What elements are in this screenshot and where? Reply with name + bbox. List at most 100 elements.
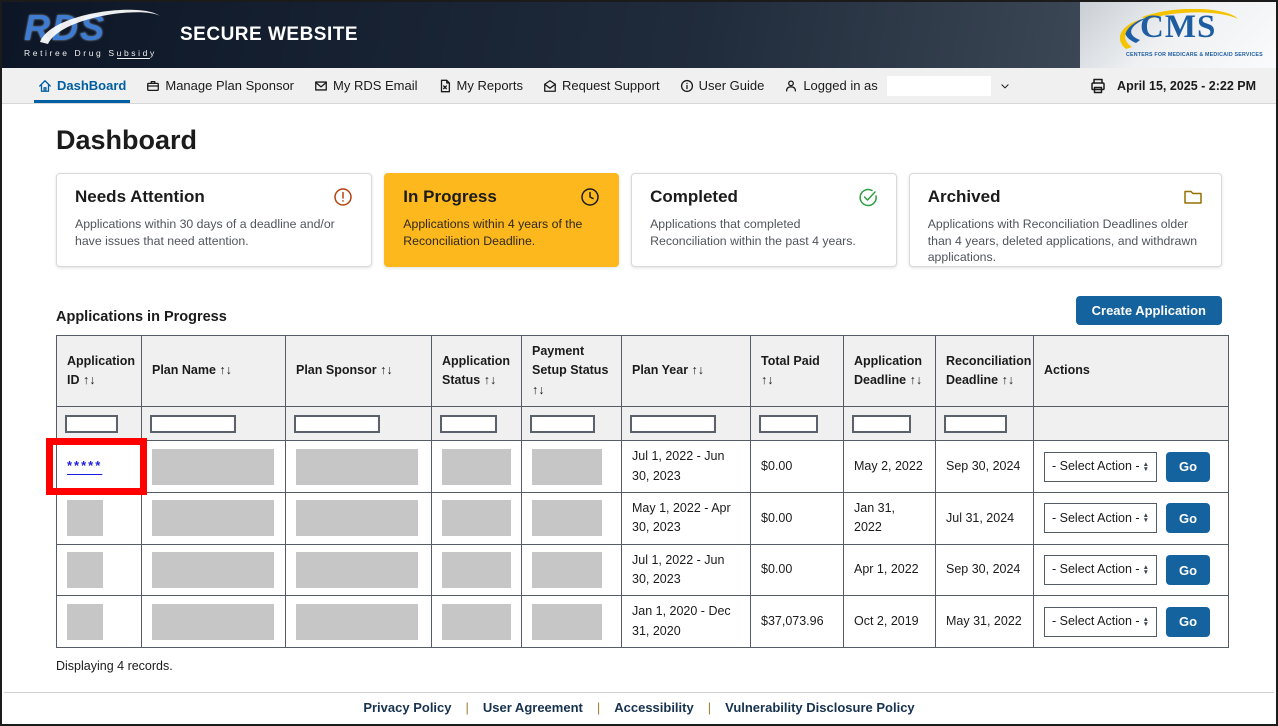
card-description: Applications with Reconciliation Deadlin…	[928, 216, 1203, 266]
sort-icon[interactable]: ↑↓	[219, 363, 232, 377]
application-id-link[interactable]: *****	[67, 458, 102, 473]
action-select[interactable]: - Select Action - ▲▼	[1044, 555, 1157, 585]
col-plan-sponsor[interactable]: Plan Sponsor ↑↓	[286, 336, 432, 407]
total-paid-cell: $37,073.96	[751, 596, 844, 648]
col-reconciliation-deadline[interactable]: Reconciliation Deadline ↑↓	[936, 336, 1034, 407]
card-in-progress[interactable]: In Progress Applications within 4 years …	[384, 173, 619, 267]
footer-link-user-agreement[interactable]: User Agreement	[483, 700, 583, 715]
mail-open-icon	[543, 79, 557, 93]
nav-item-manage-plan-sponsor[interactable]: Manage Plan Sponsor	[136, 68, 304, 103]
footer-link-accessibility[interactable]: Accessibility	[614, 700, 694, 715]
go-button[interactable]: Go	[1166, 607, 1210, 637]
reconciliation-deadline-cell: May 31, 2022	[936, 596, 1034, 648]
action-select[interactable]: - Select Action - ▲▼	[1044, 503, 1157, 533]
sort-icon[interactable]: ↑↓	[83, 373, 96, 387]
cms-logo-panel: CMS CENTERS FOR MEDICARE & MEDICAID SERV…	[1080, 2, 1276, 68]
envelope-icon	[314, 79, 328, 93]
redacted-application-status	[442, 604, 511, 640]
redacted-application-id	[67, 604, 103, 640]
col-application-deadline[interactable]: Application Deadline ↑↓	[844, 336, 936, 407]
card-archived[interactable]: Archived Applications with Reconciliatio…	[909, 173, 1222, 267]
redacted-plan-sponsor	[296, 449, 418, 485]
nav-right-section: April 15, 2025 - 2:22 PM	[1089, 68, 1256, 103]
go-button[interactable]: Go	[1166, 503, 1210, 533]
go-button[interactable]: Go	[1166, 555, 1210, 585]
page-title: Dashboard	[56, 125, 1222, 156]
applications-table: Application ID ↑↓ Plan Name ↑↓ Plan Spon…	[56, 335, 1229, 648]
footer-separator: |	[708, 700, 711, 715]
filter-total-paid-input[interactable]	[759, 415, 818, 433]
filter-application-deadline-input[interactable]	[852, 415, 911, 433]
card-description: Applications within 4 years of the Recon…	[403, 216, 600, 249]
card-needs-attention[interactable]: Needs Attention Applications within 30 d…	[56, 173, 372, 267]
redacted-payment-setup-status	[532, 552, 602, 588]
filter-plan-name-input[interactable]	[150, 415, 236, 433]
table-filter-row	[57, 407, 1229, 441]
table-row: ***** Jul 1, 2022 - Jun 30, 2023 $0.00 M…	[57, 441, 1229, 493]
go-button[interactable]: Go	[1166, 452, 1210, 482]
cms-caption: CENTERS FOR MEDICARE & MEDICAID SERVICES	[1126, 52, 1252, 58]
col-plan-name[interactable]: Plan Name ↑↓	[142, 336, 286, 407]
action-select-label: - Select Action -	[1052, 560, 1140, 579]
nav-label: Manage Plan Sponsor	[165, 78, 294, 93]
col-payment-setup-status[interactable]: Payment Setup Status ↑↓	[522, 336, 622, 407]
logged-in-user-select[interactable]	[887, 76, 991, 96]
report-icon	[438, 79, 452, 93]
sort-icon[interactable]: ↑↓	[532, 383, 545, 397]
col-application-status[interactable]: Application Status ↑↓	[432, 336, 522, 407]
folder-icon	[1183, 187, 1203, 207]
application-deadline-cell: Jan 31, 2022	[844, 492, 936, 544]
card-completed[interactable]: Completed Applications that completed Re…	[631, 173, 897, 267]
filter-application-status-input[interactable]	[440, 415, 497, 433]
top-banner: RDS Retiree Drug Subsidy SECURE WEBSITE …	[2, 2, 1276, 68]
redacted-payment-setup-status	[532, 449, 602, 485]
plan-year-cell: Jul 1, 2022 - Jun 30, 2023	[622, 441, 751, 493]
info-icon	[680, 79, 694, 93]
create-application-button[interactable]: Create Application	[1076, 296, 1222, 325]
col-application-id[interactable]: Application ID ↑↓	[57, 336, 142, 407]
card-title: Archived	[928, 187, 1001, 207]
reconciliation-deadline-cell: Sep 30, 2024	[936, 544, 1034, 596]
redacted-plan-name	[152, 552, 274, 588]
redacted-application-id	[67, 500, 103, 536]
sort-icon[interactable]: ↑↓	[761, 373, 774, 387]
sort-icon[interactable]: ↑↓	[380, 363, 393, 377]
col-plan-year[interactable]: Plan Year ↑↓	[622, 336, 751, 407]
footer-link-privacy-policy[interactable]: Privacy Policy	[363, 700, 451, 715]
footer-separator: |	[466, 700, 469, 715]
printer-icon[interactable]	[1089, 77, 1107, 95]
reconciliation-deadline-cell: Sep 30, 2024	[936, 441, 1034, 493]
nav-item-request-support[interactable]: Request Support	[533, 68, 670, 103]
nav-item-dashboard[interactable]: DashBoard	[28, 68, 136, 103]
nav-item-my-rds-email[interactable]: My RDS Email	[304, 68, 428, 103]
col-actions: Actions	[1034, 336, 1229, 407]
person-icon	[784, 79, 798, 93]
filter-payment-setup-status-input[interactable]	[530, 415, 595, 433]
filter-plan-year-input[interactable]	[630, 415, 716, 433]
sort-icon[interactable]: ↑↓	[1002, 373, 1015, 387]
action-select[interactable]: - Select Action - ▲▼	[1044, 452, 1157, 482]
nav-label: My RDS Email	[333, 78, 418, 93]
action-select[interactable]: - Select Action - ▲▼	[1044, 607, 1157, 637]
cms-logo: CMS CENTERS FOR MEDICARE & MEDICAID SERV…	[1112, 9, 1244, 61]
sort-icon[interactable]: ↑↓	[692, 363, 705, 377]
action-select-label: - Select Action -	[1052, 509, 1140, 528]
sort-icon[interactable]: ↑↓	[484, 373, 497, 387]
filter-reconciliation-deadline-input[interactable]	[944, 415, 1007, 433]
footer-link-vulnerability-disclosure-policy[interactable]: Vulnerability Disclosure Policy	[725, 700, 915, 715]
sort-icon[interactable]: ↑↓	[910, 373, 923, 387]
application-deadline-cell: Oct 2, 2019	[844, 596, 936, 648]
status-cards: Needs Attention Applications within 30 d…	[56, 173, 1222, 267]
nav-item-my-reports[interactable]: My Reports	[428, 68, 533, 103]
check-circle-icon	[858, 187, 878, 207]
nav-item-user-guide[interactable]: User Guide	[670, 68, 775, 103]
card-description: Applications that completed Reconciliati…	[650, 216, 878, 249]
filter-plan-sponsor-input[interactable]	[294, 415, 380, 433]
col-total-paid[interactable]: Total Paid ↑↓	[751, 336, 844, 407]
logged-in-as: Logged in as	[774, 68, 1019, 103]
table-row: May 1, 2022 - Apr 30, 2023 $0.00 Jan 31,…	[57, 492, 1229, 544]
redacted-plan-sponsor	[296, 552, 418, 588]
chevron-down-icon[interactable]	[1000, 81, 1010, 91]
total-paid-cell: $0.00	[751, 441, 844, 493]
filter-application-id-input[interactable]	[65, 415, 118, 433]
